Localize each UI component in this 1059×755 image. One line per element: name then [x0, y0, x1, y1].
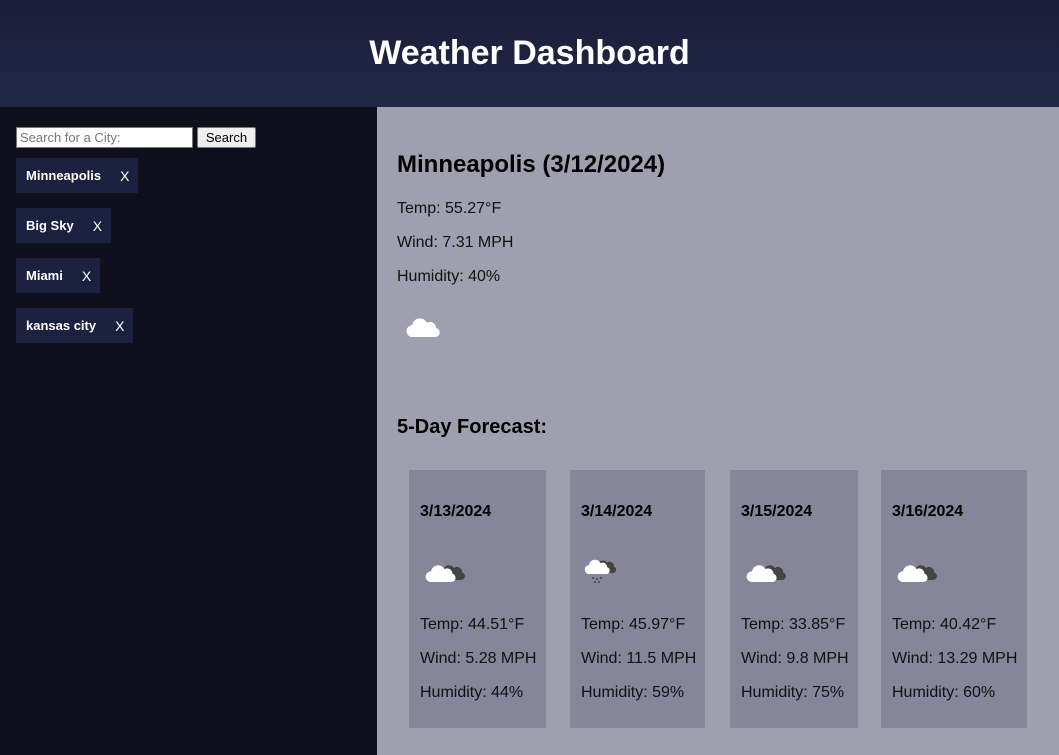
- forecast-wind: Wind: 13.29 MPH: [892, 650, 1018, 667]
- history-row: Minneapolis X: [16, 158, 139, 208]
- forecast-temp: Temp: 33.85°F: [741, 616, 846, 633]
- current-wind: Wind: 7.31 MPH: [397, 234, 514, 251]
- remove-city-button[interactable]: X: [93, 218, 102, 234]
- forecast-card: 3/15/2024 Temp: 33.85°F Wind: 9.8 MPH Hu…: [730, 470, 858, 728]
- forecast-wind: Wind: 11.5 MPH: [581, 650, 697, 667]
- history-row: Miami X: [16, 258, 138, 308]
- forecast-card: 3/13/2024 Temp: 44.51°F Wind: 5.28 MPH H…: [409, 470, 546, 728]
- history-city-button[interactable]: Minneapolis X: [16, 158, 139, 193]
- history-city-label: Miami: [26, 268, 63, 283]
- forecast-heading: 5-Day Forecast:: [397, 416, 548, 438]
- broken-clouds-icon: [425, 556, 465, 591]
- forecast-humidity: Humidity: 59%: [581, 684, 685, 701]
- sidebar: Search Minneapolis X Big Sky X Miami X k…: [0, 107, 377, 755]
- history-city-button[interactable]: Miami X: [16, 258, 101, 293]
- history-row: Big Sky X: [16, 208, 138, 258]
- forecast-date: 3/16/2024: [892, 503, 964, 520]
- current-temp: Temp: 55.27°F: [397, 200, 502, 217]
- forecast-humidity: Humidity: 60%: [892, 684, 996, 701]
- history-city-button[interactable]: Big Sky X: [16, 208, 112, 243]
- snow-icon: [584, 552, 620, 591]
- current-humidity: Humidity: 40%: [397, 268, 501, 285]
- weather-main: Minneapolis (3/12/2024) Temp: 55.27°F Wi…: [377, 107, 1059, 755]
- forecast-wind: Wind: 9.8 MPH: [741, 650, 849, 667]
- history-city-label: Minneapolis: [26, 168, 102, 183]
- forecast-wind: Wind: 5.28 MPH: [420, 650, 537, 667]
- remove-city-button[interactable]: X: [115, 318, 124, 334]
- forecast-humidity: Humidity: 44%: [420, 684, 524, 701]
- history-city-button[interactable]: kansas city X: [16, 308, 134, 343]
- forecast-temp: Temp: 40.42°F: [892, 616, 997, 633]
- broken-clouds-icon: [746, 556, 786, 591]
- forecast-temp: Temp: 44.51°F: [420, 616, 525, 633]
- remove-city-button[interactable]: X: [82, 268, 91, 284]
- search-button[interactable]: Search: [197, 127, 256, 148]
- cloud-icon: [403, 313, 443, 348]
- forecast-date: 3/14/2024: [581, 503, 653, 520]
- forecast-card: 3/16/2024 Temp: 40.42°F Wind: 13.29 MPH …: [881, 470, 1027, 728]
- forecast-humidity: Humidity: 75%: [741, 684, 845, 701]
- forecast-temp: Temp: 45.97°F: [581, 616, 686, 633]
- forecast-date: 3/15/2024: [741, 503, 813, 520]
- forecast-date: 3/13/2024: [420, 503, 492, 520]
- forecast-card: 3/14/2024 Temp: 45.97°F Wind: 11.5 MPH H…: [570, 470, 705, 728]
- search-input[interactable]: [16, 127, 193, 148]
- broken-clouds-icon: [897, 556, 937, 591]
- history-row: kansas city X: [16, 308, 138, 358]
- remove-city-button[interactable]: X: [120, 168, 129, 184]
- current-weather-title: Minneapolis (3/12/2024): [397, 151, 666, 178]
- app-header: Weather Dashboard: [0, 0, 1059, 107]
- page-title: Weather Dashboard: [369, 34, 690, 72]
- search-history-list: Minneapolis X Big Sky X Miami X kansas c…: [16, 158, 139, 358]
- history-city-label: kansas city: [26, 318, 97, 333]
- search-form: Search: [16, 127, 256, 148]
- history-city-label: Big Sky: [26, 218, 74, 233]
